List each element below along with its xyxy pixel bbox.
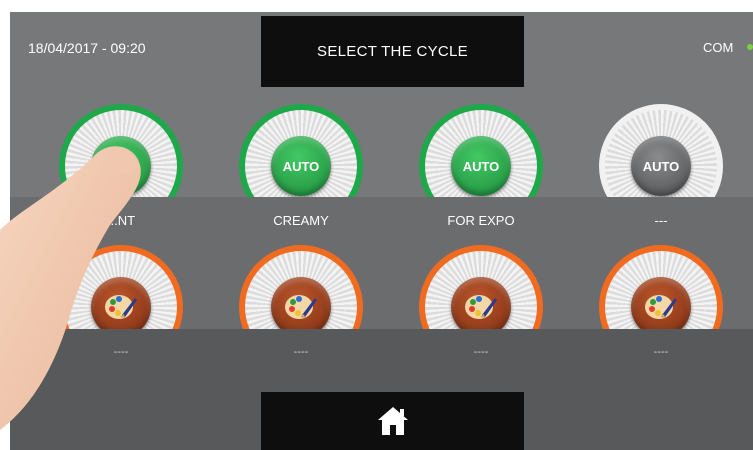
auto-button-core: AUTO	[451, 136, 511, 196]
custom-cycle-button-3[interactable]	[419, 245, 543, 329]
custom-cycle-button-2[interactable]	[239, 245, 363, 329]
pointing-finger-image	[0, 146, 141, 431]
home-button[interactable]	[261, 392, 524, 450]
custom-cycle-caption-2: ----	[293, 346, 309, 358]
custom-cycle-caption-4: ----	[653, 346, 669, 358]
auto-button-core: AUTO	[271, 136, 331, 196]
palette-brush-icon	[451, 277, 511, 329]
palette-brush-icon	[631, 277, 691, 329]
home-icon	[377, 407, 408, 435]
custom-cycle-caption-3: ----	[473, 346, 489, 358]
cycle-button-for-expo[interactable]: AUTO	[419, 104, 543, 197]
cycle-button-empty[interactable]: AUTO	[599, 104, 723, 197]
cycle-button-creamy[interactable]: AUTO	[239, 104, 363, 197]
auto-button-core: AUTO	[631, 136, 691, 196]
palette-brush-icon	[271, 277, 331, 329]
custom-cycle-button-4[interactable]	[599, 245, 723, 329]
